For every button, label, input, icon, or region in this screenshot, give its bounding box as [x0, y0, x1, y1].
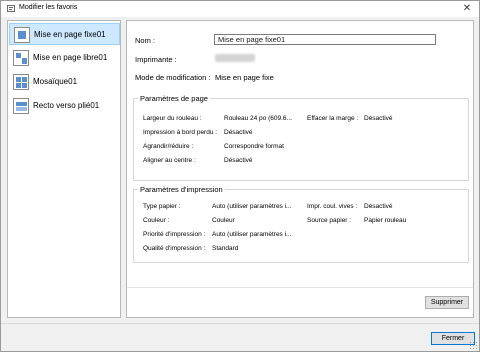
favorite-item-free-layout[interactable]: Mise en page libre01	[9, 47, 120, 69]
fixed-layout-icon	[14, 27, 30, 43]
printer-label: Imprimante :	[135, 55, 177, 64]
center-align-label: Aligner au centre :	[143, 157, 196, 164]
paper-type-label: Type papier :	[143, 203, 181, 210]
color-value: Couleur	[212, 217, 235, 224]
print-priority-label: Priorité d'impression :	[143, 231, 206, 238]
edit-favorites-dialog: Modifier les favoris ✕ Mise en page fixe…	[0, 0, 480, 352]
title-bar: Modifier les favoris ✕	[1, 1, 479, 17]
print-settings-group: Paramètres d'impression Type papier : Au…	[133, 185, 469, 263]
print-settings-title: Paramètres d'impression	[138, 185, 225, 194]
window-title: Modifier les favoris	[19, 4, 78, 11]
paper-type-value: Auto (utiliser paramètres i...	[212, 203, 292, 210]
close-window-icon[interactable]: ✕	[461, 3, 473, 15]
favorite-item-folded-duplex[interactable]: Recto verso plié01	[9, 95, 120, 117]
mode-label: Mode de modification :	[135, 73, 211, 82]
roll-width-value: Rouleau 24 po (609.6...	[224, 115, 292, 122]
page-settings-title: Paramètres de page	[138, 94, 210, 103]
erase-margin-label: Effacer la marge :	[307, 115, 359, 122]
favorite-item-fixed-layout[interactable]: Mise en page fixe01	[9, 23, 120, 45]
enlarge-reduce-value: Correspondre format	[224, 143, 284, 150]
favorites-list: Mise en page fixe01 Mise en page libre01…	[7, 20, 121, 318]
vivid-color-label: Impr. coul. vives :	[307, 203, 358, 210]
favorite-details-panel: Nom : Mise en page fixe01 Imprimante : M…	[126, 20, 474, 318]
folded-duplex-icon	[13, 98, 29, 114]
print-priority-value: Auto (utiliser paramètres i...	[212, 231, 292, 238]
page-settings-group: Paramètres de page Largeur du rouleau : …	[133, 94, 469, 181]
tiling-icon	[13, 74, 29, 90]
borderless-value: Désactivé	[224, 129, 253, 136]
center-align-value: Désactivé	[224, 157, 253, 164]
app-icon	[7, 5, 15, 12]
enlarge-reduce-label: Agrandir/réduire :	[143, 143, 194, 150]
paper-source-label: Source papier :	[307, 217, 352, 224]
color-label: Couleur :	[143, 217, 170, 224]
favorite-item-label: Mise en page libre01	[33, 53, 108, 62]
vivid-color-value: Désactivé	[364, 203, 393, 210]
resize-grip-icon[interactable]	[469, 341, 477, 349]
favorite-item-label: Mosaïque01	[33, 77, 78, 86]
paper-source-value: Papier rouleau	[364, 217, 407, 224]
mode-value: Mise en page fixe	[215, 73, 274, 82]
delete-button[interactable]: Supprimer	[425, 296, 469, 309]
name-label: Nom :	[135, 36, 156, 45]
print-quality-value: Standard	[212, 245, 239, 252]
printer-value	[215, 54, 255, 62]
name-input[interactable]: Mise en page fixe01	[214, 34, 436, 45]
borderless-label: Impression à bord perdu :	[143, 129, 218, 136]
free-layout-icon	[13, 50, 29, 66]
footer-divider	[1, 323, 479, 324]
print-quality-label: Qualité d'impression :	[143, 245, 206, 252]
roll-width-label: Largeur du rouleau :	[143, 115, 202, 122]
panel-divider	[127, 287, 473, 288]
favorite-item-label: Recto verso plié01	[33, 101, 100, 110]
favorite-item-tiling[interactable]: Mosaïque01	[9, 71, 120, 93]
favorite-item-label: Mise en page fixe01	[34, 30, 106, 39]
erase-margin-value: Désactivé	[364, 115, 393, 122]
